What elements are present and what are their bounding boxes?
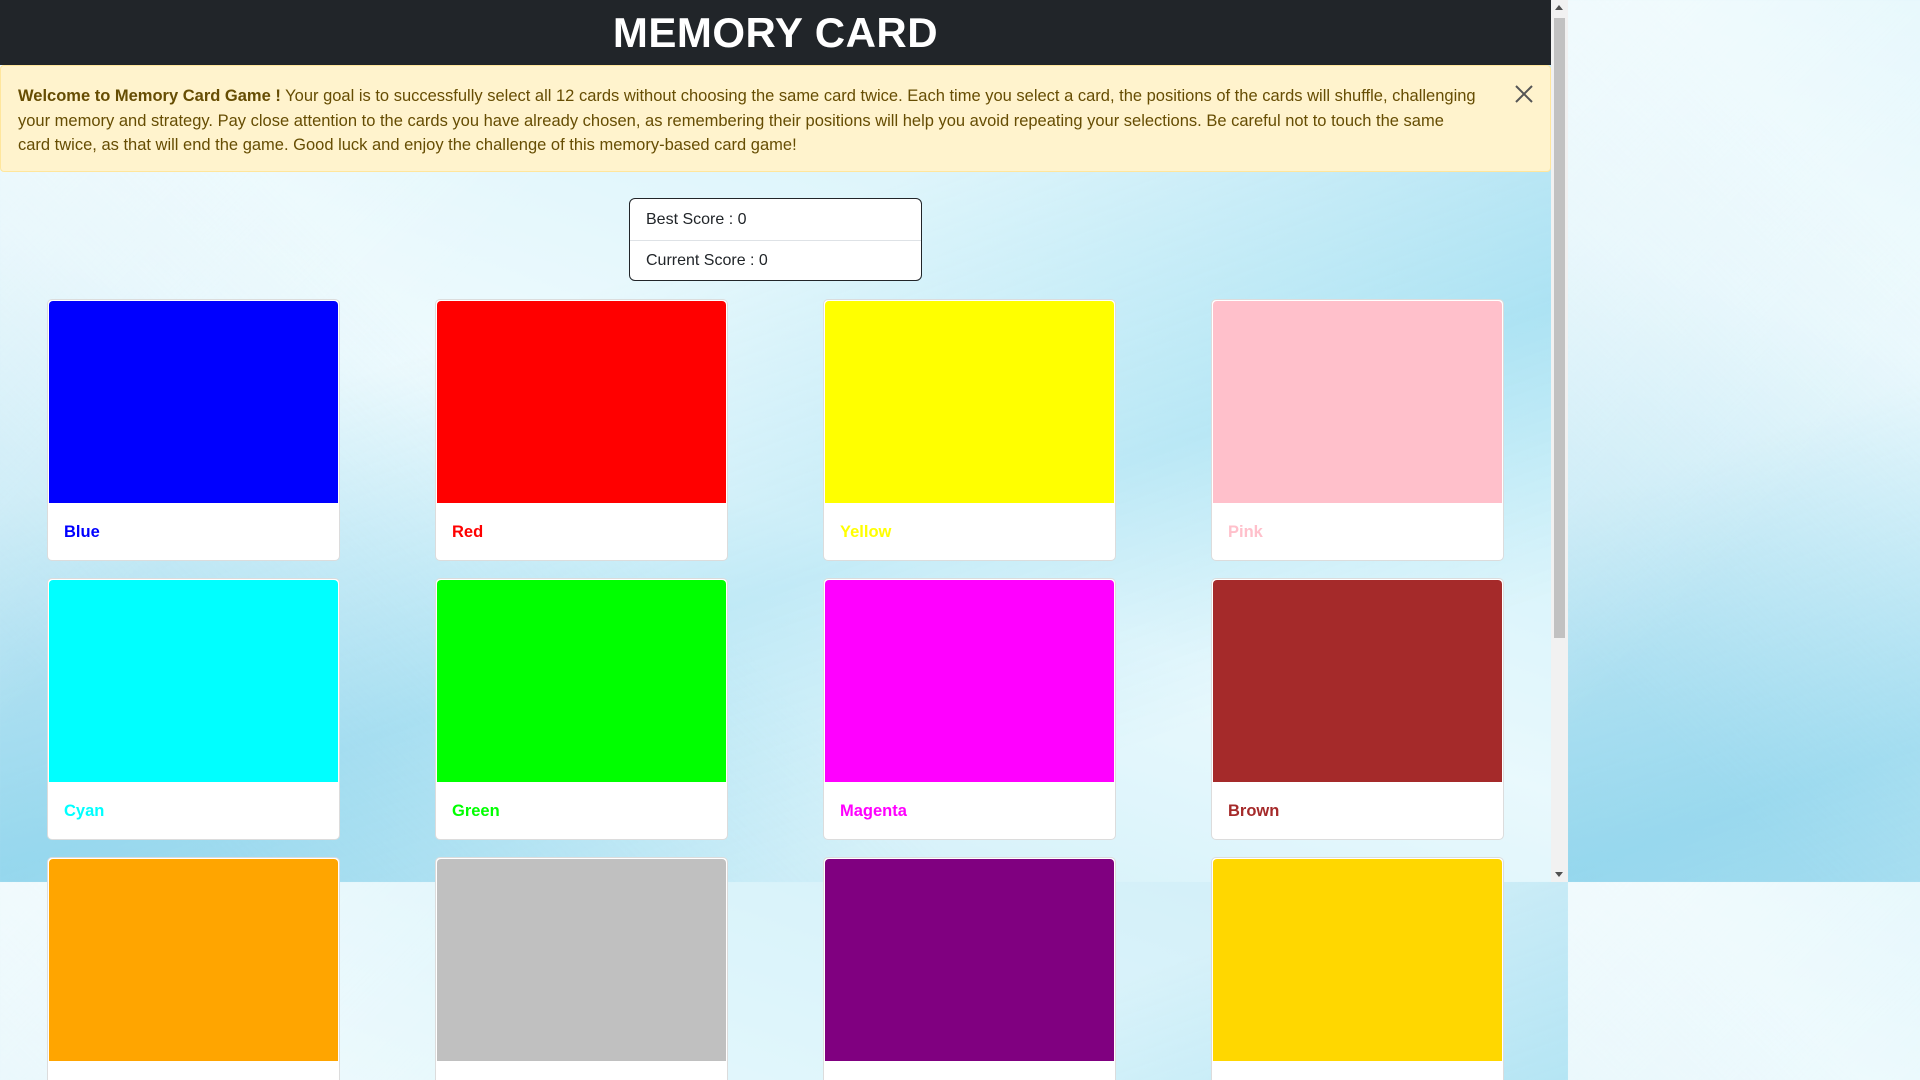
alert-title: Welcome to Memory Card Game ! (18, 87, 281, 105)
best-score: Best Score : 0 (646, 210, 747, 228)
card-swatch (1213, 301, 1502, 503)
card-swatch (49, 580, 338, 782)
scroll-up-arrow-icon[interactable] (1555, 5, 1563, 10)
card-swatch (437, 580, 726, 782)
card-brown[interactable]: Brown (1211, 578, 1504, 840)
card-swatch (825, 859, 1114, 1061)
current-score: Current Score : 0 (630, 240, 921, 280)
scroll-down-arrow-icon[interactable] (1555, 872, 1563, 877)
scoreboard: Best Score : 0 Current Score : 0 (629, 198, 922, 281)
card-label: Blue (64, 523, 100, 541)
welcome-alert: Welcome to Memory Card Game ! Your goal … (0, 65, 1551, 172)
card-label: Magenta (840, 802, 907, 820)
card-label: Red (452, 523, 484, 541)
card-swatch (437, 301, 726, 503)
vertical-scrollbar[interactable] (1551, 0, 1568, 882)
page-title: MEMORY CARD (612, 8, 939, 56)
card-swatch (825, 580, 1114, 782)
card-swatch (1213, 859, 1502, 1061)
card-green[interactable]: Green (435, 578, 728, 840)
card-label: Green (452, 802, 500, 820)
card-swatch (49, 859, 338, 1061)
page: MEMORY CARD Welcome to Memory Card Game … (0, 0, 1551, 1080)
card-orange[interactable] (47, 857, 340, 1080)
card-swatch (437, 859, 726, 1061)
card-swatch (49, 301, 338, 503)
card-blue[interactable]: Blue (47, 299, 340, 561)
card-label: Cyan (64, 802, 105, 820)
card-swatch (825, 301, 1114, 503)
card-cyan[interactable]: Cyan (47, 578, 340, 840)
card-label: Yellow (840, 523, 892, 541)
card-label: Brown (1228, 802, 1280, 820)
scroll-thumb[interactable] (1554, 18, 1565, 638)
card-yellow[interactable]: Yellow (823, 299, 1116, 561)
close-icon (1515, 85, 1533, 103)
card-red[interactable]: Red (435, 299, 728, 561)
card-pink[interactable]: Pink (1211, 299, 1504, 561)
card-label: Pink (1228, 523, 1263, 541)
navbar: MEMORY CARD (0, 0, 1551, 65)
card-silver[interactable] (435, 857, 728, 1080)
card-purple[interactable] (823, 857, 1116, 1080)
close-button[interactable] (1514, 84, 1534, 104)
card-swatch (1213, 580, 1502, 782)
card-gold[interactable] (1211, 857, 1504, 1080)
card-magenta[interactable]: Magenta (823, 578, 1116, 840)
